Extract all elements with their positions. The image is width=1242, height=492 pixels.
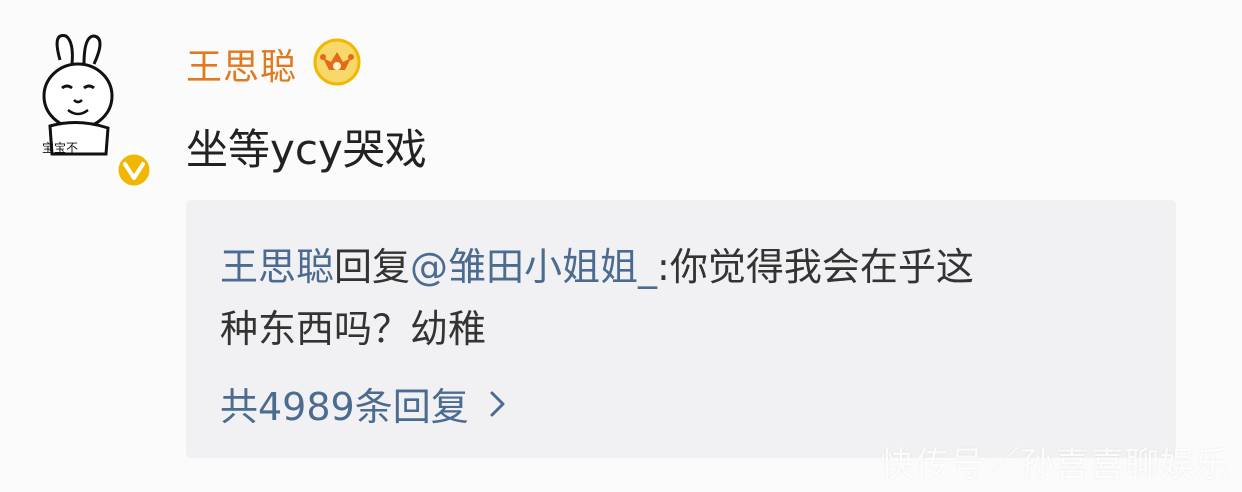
reply-count-link[interactable]: 共4989条回复 bbox=[220, 376, 509, 431]
reply-preview[interactable]: 王思聪回复@雏田小姐姐_:你觉得我会在乎这 种东西吗？幼稚 共4989条回复 bbox=[186, 200, 1176, 458]
reply-line-2: 种东西吗？幼稚 bbox=[220, 307, 487, 351]
reply-text-1: :你觉得我会在乎这 bbox=[657, 245, 974, 289]
verified-badge-icon bbox=[115, 151, 153, 189]
avatar[interactable]: 宝宝不 bbox=[22, 30, 153, 189]
username-row: 王思聪 bbox=[186, 36, 363, 92]
crown-vip-icon[interactable] bbox=[311, 36, 363, 88]
rabbit-meme-avatar-icon: 宝宝不 bbox=[42, 34, 114, 156]
username-link[interactable]: 王思聪 bbox=[186, 38, 297, 90]
reply-word: 回复 bbox=[334, 245, 411, 289]
reply-username-link[interactable]: 王思聪 bbox=[220, 245, 334, 289]
chevron-right-icon bbox=[490, 391, 505, 416]
reply-mention-link[interactable]: @雏田小姐姐_ bbox=[410, 245, 657, 289]
comment-card: 宝宝不 王思聪 坐等ycy哭戏 王思聪回复@雏田小姐姐_:你觉得我会在乎这 种东… bbox=[0, 0, 1242, 492]
reply-count-label: 共4989条回复 bbox=[220, 385, 469, 429]
avatar-caption: 宝宝不 bbox=[42, 141, 78, 155]
watermark: 快传号／孙喜喜聊娱乐 bbox=[880, 445, 1230, 485]
comment-text: 坐等ycy哭戏 bbox=[186, 125, 427, 174]
reply-line-1: 王思聪回复@雏田小姐姐_:你觉得我会在乎这 bbox=[220, 236, 974, 291]
